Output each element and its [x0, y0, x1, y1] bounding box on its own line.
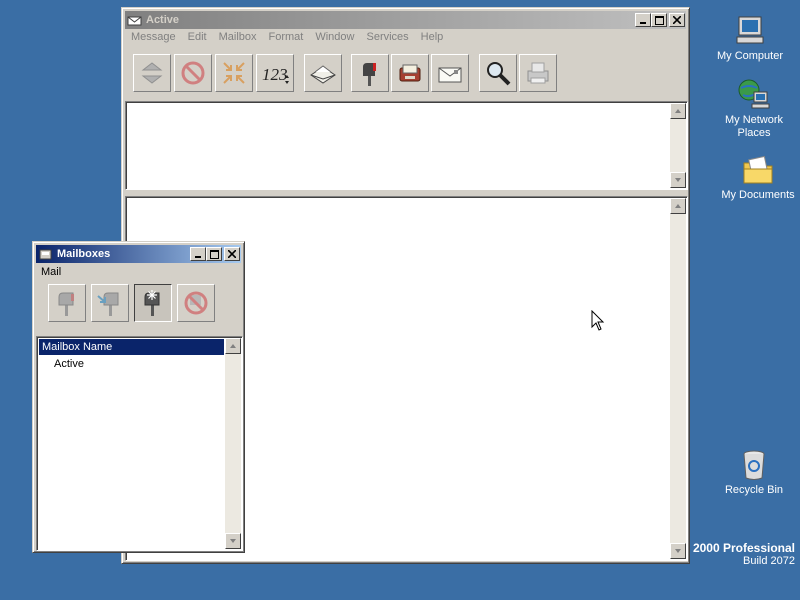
- windows-build-watermark: 2000 Professional Build 2072: [693, 541, 795, 567]
- mailbox-icon: [58, 292, 74, 316]
- search-button[interactable]: [479, 54, 517, 92]
- preview-scrollbar[interactable]: [670, 198, 686, 559]
- sequence-button[interactable]: 123: [256, 54, 294, 92]
- scroll-down-button[interactable]: [225, 533, 241, 549]
- maximize-button[interactable]: [206, 247, 222, 261]
- mailboxes-title: Mailboxes: [57, 248, 111, 260]
- recycle-bin-icon: [737, 448, 771, 482]
- desktop-icon-my-computer[interactable]: My Computer: [705, 14, 795, 63]
- mailbox-flag-icon: [363, 63, 376, 86]
- mailbox-list[interactable]: Mailbox Name Active: [36, 336, 243, 551]
- delete-mailbox-button[interactable]: [177, 284, 215, 322]
- main-window-title: Active: [146, 14, 180, 26]
- print-button[interactable]: [519, 54, 557, 92]
- mouse-cursor-icon: [591, 309, 605, 335]
- open-envelope-icon: [310, 65, 336, 84]
- delete-mailbox-icon: [184, 291, 208, 315]
- mailbox-row-active[interactable]: Active: [54, 358, 84, 370]
- scroll-up-button[interactable]: [225, 338, 241, 354]
- message-list-scrollbar[interactable]: [670, 103, 686, 188]
- mailboxes-window-icon[interactable]: [38, 247, 54, 261]
- magnifier-icon: [487, 62, 511, 86]
- new-mailbox-button[interactable]: [134, 284, 172, 322]
- menu-message[interactable]: Message: [125, 31, 182, 43]
- mail-window-icon[interactable]: [127, 13, 143, 27]
- new-mailbox-icon: [144, 290, 160, 316]
- printer-icon: [527, 62, 549, 84]
- mailbox-arrow-icon: [97, 292, 119, 316]
- up-down-arrows-icon: [141, 62, 163, 84]
- collapse-button[interactable]: [215, 54, 253, 92]
- close-button[interactable]: [224, 247, 240, 261]
- desktop-icon-label: My Computer: [716, 50, 784, 62]
- mailbox-list-scrollbar[interactable]: [225, 338, 241, 549]
- menu-help[interactable]: Help: [415, 31, 450, 43]
- minimize-button[interactable]: [190, 247, 206, 261]
- stop-button[interactable]: [174, 54, 212, 92]
- open-mailbox-button[interactable]: [48, 284, 86, 322]
- desktop-icon-label: My Documents: [721, 189, 795, 201]
- build-number: Build 2072: [743, 555, 795, 567]
- number-sequence-icon: 123: [262, 65, 289, 84]
- desktop-icon-my-documents[interactable]: My Documents: [713, 153, 800, 202]
- menu-mail[interactable]: Mail: [36, 266, 67, 278]
- build-edition: 2000 Professional: [692, 541, 795, 555]
- svg-text:123: 123: [262, 65, 288, 84]
- desktop-icon-label: Recycle Bin: [724, 484, 784, 496]
- compose-button[interactable]: [431, 54, 469, 92]
- compress-arrows-icon: [223, 62, 245, 84]
- navigate-button[interactable]: [133, 54, 171, 92]
- mailboxes-titlebar[interactable]: Mailboxes: [36, 245, 241, 263]
- computer-icon: [733, 14, 767, 48]
- main-menubar: Message Edit Mailbox Format Window Servi…: [125, 31, 449, 43]
- move-mailbox-button[interactable]: [91, 284, 129, 322]
- menu-services[interactable]: Services: [360, 31, 414, 43]
- main-window-titlebar[interactable]: Active: [125, 11, 686, 29]
- desktop-icon-recycle-bin[interactable]: Recycle Bin: [709, 448, 799, 497]
- scroll-up-button[interactable]: [670, 198, 686, 214]
- network-icon: [737, 78, 771, 112]
- mailbox-name-column-header[interactable]: Mailbox Name: [39, 339, 224, 355]
- scroll-up-button[interactable]: [670, 103, 686, 119]
- menu-mailbox[interactable]: Mailbox: [213, 31, 263, 43]
- desktop-icon-label: My Network Places: [724, 114, 784, 139]
- minimize-button[interactable]: [635, 13, 651, 27]
- read-button[interactable]: [304, 54, 342, 92]
- close-button[interactable]: [669, 13, 685, 27]
- message-list-pane[interactable]: [125, 101, 688, 190]
- address-book-icon: [399, 64, 421, 82]
- menu-window[interactable]: Window: [309, 31, 360, 43]
- envelope-icon: [438, 67, 462, 83]
- folder-icon: [741, 153, 775, 187]
- desktop-icon-my-network-places[interactable]: My Network Places: [709, 78, 799, 140]
- mailboxes-menubar: Mail: [36, 266, 67, 278]
- menu-format[interactable]: Format: [263, 31, 310, 43]
- maximize-button[interactable]: [651, 13, 667, 27]
- mailboxes-window: Mailboxes Mail Mailbox Name Active: [32, 241, 245, 553]
- address-book-button[interactable]: [391, 54, 429, 92]
- scroll-down-button[interactable]: [670, 172, 686, 188]
- menu-edit[interactable]: Edit: [182, 31, 213, 43]
- scroll-down-button[interactable]: [670, 543, 686, 559]
- check-mail-button[interactable]: [351, 54, 389, 92]
- stop-icon: [181, 61, 205, 85]
